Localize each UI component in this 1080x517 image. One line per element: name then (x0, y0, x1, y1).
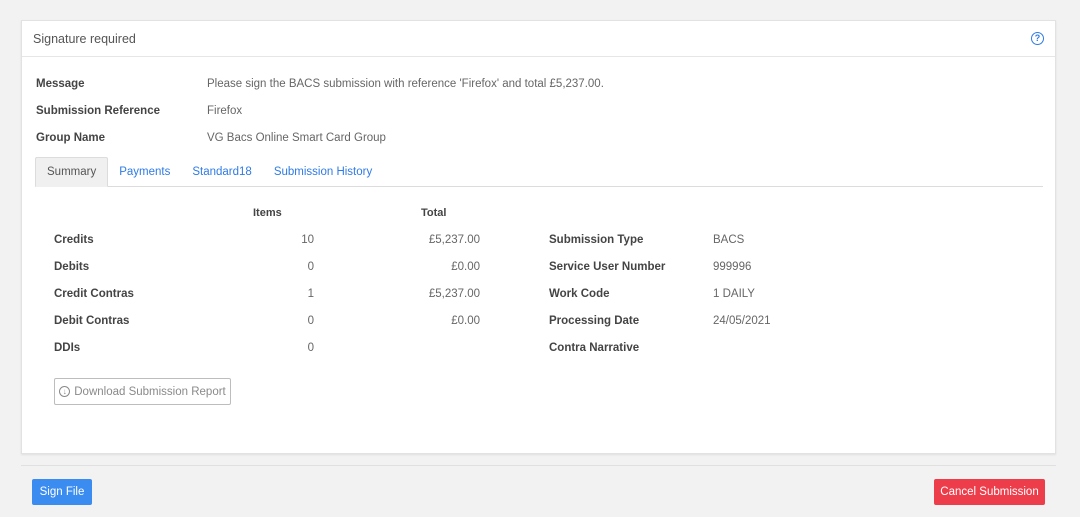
signature-card: Signature required ? Message Please sign… (21, 20, 1056, 454)
info-label: Submission Type (549, 234, 644, 246)
card-header: Signature required ? (22, 21, 1055, 57)
row-total: £5,237.00 (428, 288, 480, 300)
row-label: Credits (54, 234, 94, 246)
download-button-label: Download Submission Report (74, 385, 226, 398)
tab-payments[interactable]: Payments (108, 157, 181, 187)
cancel-submission-button[interactable]: Cancel Submission (934, 479, 1045, 505)
download-submission-report-button[interactable]: ↓ Download Submission Report (54, 378, 231, 405)
row-total: £5,237.00 (428, 234, 480, 246)
info-label: Contra Narrative (549, 342, 640, 354)
detail-value: VG Bacs Online Smart Card Group (207, 132, 386, 144)
row-label: DDIs (54, 342, 81, 354)
items-column-header: Items (253, 207, 282, 219)
tab-standard18[interactable]: Standard18 (181, 157, 262, 187)
detail-submission-reference: Submission Reference Firefox (36, 105, 242, 117)
tab-submission-history[interactable]: Submission History (263, 157, 383, 187)
info-value: 1 DAILY (713, 288, 755, 300)
tab-summary[interactable]: Summary (35, 157, 109, 187)
info-label: Service User Number (549, 261, 666, 273)
row-label: Credit Contras (54, 288, 134, 300)
row-items: 0 (307, 315, 314, 327)
help-icon[interactable]: ? (1031, 32, 1044, 45)
info-label: Processing Date (549, 315, 640, 327)
info-label: Work Code (549, 288, 610, 300)
row-label: Debit Contras (54, 315, 130, 327)
row-items: 0 (307, 261, 314, 273)
info-value: 999996 (713, 261, 752, 273)
sign-file-button[interactable]: Sign File (32, 479, 92, 505)
row-total: £0.00 (451, 315, 480, 327)
download-circle-icon: ↓ (59, 386, 71, 397)
footer-divider (21, 465, 1056, 466)
detail-message: Message Please sign the BACS submission … (36, 78, 604, 90)
detail-value: Firefox (207, 105, 243, 117)
detail-label: Message (36, 78, 85, 90)
total-column-header: Total (421, 207, 447, 219)
detail-label: Submission Reference (36, 105, 160, 117)
detail-group-name: Group Name VG Bacs Online Smart Card Gro… (36, 132, 386, 144)
info-value: 24/05/2021 (713, 315, 771, 327)
row-items: 1 (307, 288, 314, 300)
row-label: Debits (54, 261, 90, 273)
card-title: Signature required (33, 31, 136, 46)
detail-label: Group Name (36, 132, 106, 144)
row-items: 0 (307, 342, 314, 354)
row-items: 10 (301, 234, 314, 246)
row-total: £0.00 (451, 261, 480, 273)
detail-value: Please sign the BACS submission with ref… (207, 78, 604, 90)
info-value: BACS (713, 234, 745, 246)
tab-bar: Summary Payments Standard18 Submission H… (35, 157, 1043, 187)
